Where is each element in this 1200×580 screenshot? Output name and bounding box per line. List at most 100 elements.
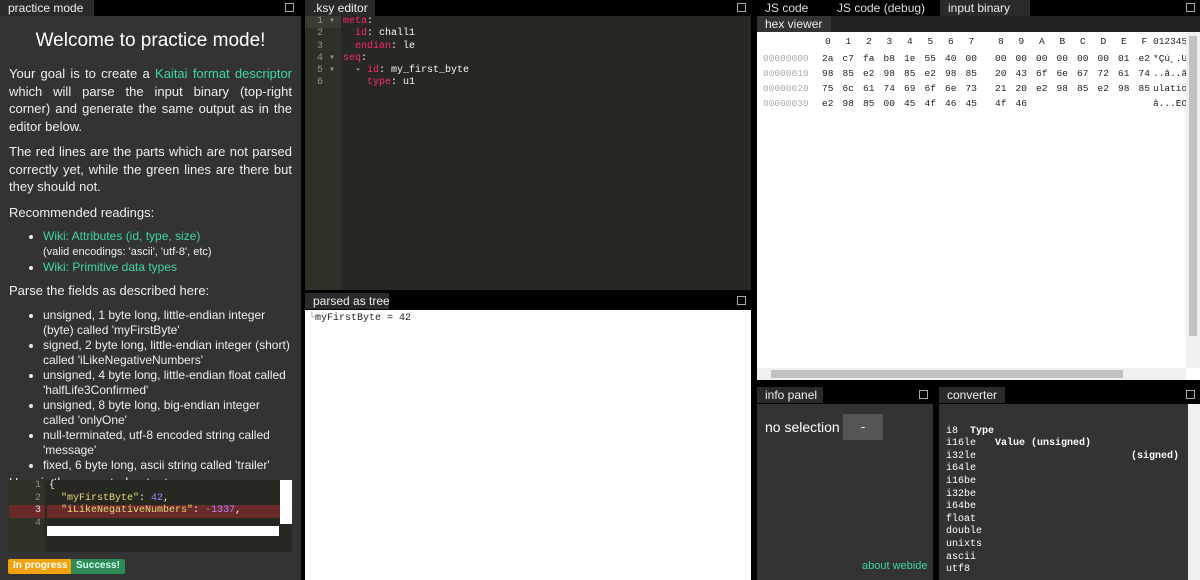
selection-button[interactable]: -: [843, 414, 883, 440]
hex-byte[interactable]: 20: [1016, 83, 1027, 94]
maximize-icon[interactable]: [1186, 3, 1195, 12]
line-number: 3: [305, 41, 341, 53]
hex-byte[interactable]: 75: [822, 83, 833, 94]
hex-byte[interactable]: 21: [995, 83, 1006, 94]
hex-byte[interactable]: 6e: [1057, 68, 1068, 79]
hex-byte[interactable]: 69: [904, 83, 915, 94]
hex-byte[interactable]: 43: [1016, 68, 1027, 79]
maximize-icon[interactable]: [285, 3, 294, 12]
about-webide-link[interactable]: about webide: [862, 560, 927, 572]
hex-byte[interactable]: 55: [925, 53, 936, 64]
hex-byte[interactable]: 98: [843, 98, 854, 109]
hex-byte[interactable]: 00: [1077, 53, 1088, 64]
tab-practice-mode[interactable]: practice mode: [0, 0, 94, 16]
tab-js-code[interactable]: JS code: [757, 0, 831, 16]
hex-byte[interactable]: 73: [966, 83, 977, 94]
tab-ksy-editor[interactable]: .ksy editor: [305, 0, 375, 16]
tab-info-panel[interactable]: info panel: [757, 387, 823, 403]
kaitai-descriptor-link[interactable]: Kaitai format descriptor: [155, 66, 292, 81]
ksy-editor[interactable]: 1 ▾ 2 3 4 ▾ 5 ▾ 6 meta: id: chall1 endia…: [305, 16, 751, 290]
hex-viewer[interactable]: 0 1 2 3 4 5 6 7 8 9 A B C D E F 0123456 00000000 2a c7 fa b8…: [757, 32, 1200, 380]
maximize-icon[interactable]: [919, 390, 928, 399]
hex-byte[interactable]: 67: [1077, 68, 1088, 79]
hex-byte[interactable]: 1e: [904, 53, 915, 64]
hex-byte[interactable]: 46: [1016, 98, 1027, 109]
in-progress-badge[interactable]: In progress: [8, 559, 73, 574]
expected-output-editor[interactable]: 1 2 3 4 { "myFirstByte": 42, "iLikeNegat…: [9, 480, 292, 552]
readings-heading: Recommended readings:: [9, 204, 155, 220]
wiki-primitive-types-link[interactable]: Wiki: Primitive data types: [43, 260, 177, 274]
hex-byte[interactable]: 40: [945, 53, 956, 64]
hex-byte[interactable]: 6e: [945, 83, 956, 94]
tab-converter[interactable]: converter: [939, 387, 1005, 403]
hex-byte[interactable]: 4f: [995, 98, 1006, 109]
success-badge[interactable]: Success!: [71, 559, 125, 574]
hex-byte[interactable]: 00: [884, 98, 895, 109]
tab-parsed-tree[interactable]: parsed as tree: [305, 293, 390, 309]
vertical-scrollbar[interactable]: [1186, 32, 1200, 368]
hex-byte[interactable]: 01: [1118, 53, 1129, 64]
reading-item: Wiki: Attributes (id, type, size) (valid …: [43, 229, 292, 260]
hex-byte[interactable]: 85: [843, 68, 854, 79]
hex-byte[interactable]: 6f: [1036, 68, 1047, 79]
converter-type-row: i16be: [946, 475, 977, 487]
col-unsigned: Value (unsigned): [995, 438, 1092, 450]
hex-byte[interactable]: 85: [863, 98, 874, 109]
hex-byte[interactable]: b8: [884, 53, 895, 64]
maximize-icon[interactable]: [1186, 390, 1195, 399]
hex-byte[interactable]: 46: [945, 98, 956, 109]
hex-byte[interactable]: e2: [863, 68, 874, 79]
hex-byte[interactable]: 74: [884, 83, 895, 94]
tab-js-code-debug[interactable]: JS code (debug): [829, 0, 937, 16]
hex-byte[interactable]: 00: [966, 53, 977, 64]
hex-byte[interactable]: 00: [1016, 53, 1027, 64]
wiki-attributes-link[interactable]: Wiki: Attributes (id, type, size): [43, 229, 200, 243]
hex-byte[interactable]: 45: [966, 98, 977, 109]
hex-byte[interactable]: 85: [1077, 83, 1088, 94]
horizontal-scrollbar[interactable]: [47, 526, 279, 536]
hex-byte[interactable]: e2: [1139, 53, 1150, 64]
hex-byte[interactable]: c7: [843, 53, 854, 64]
hex-offset: 00000030: [763, 98, 809, 109]
tree-node[interactable]: └myFirstByte = 42: [309, 313, 751, 324]
tab-input-binary[interactable]: input binary: [940, 0, 1030, 16]
hex-byte[interactable]: 20: [995, 68, 1006, 79]
hex-byte[interactable]: 74: [1139, 68, 1150, 79]
hex-byte[interactable]: 98: [822, 68, 833, 79]
scroll-thumb[interactable]: [1189, 36, 1197, 336]
hex-byte[interactable]: e2: [822, 98, 833, 109]
hex-byte[interactable]: 85: [1139, 83, 1150, 94]
hex-byte[interactable]: e2: [1098, 83, 1109, 94]
vertical-scrollbar[interactable]: [1188, 404, 1200, 580]
vertical-scrollbar[interactable]: [280, 480, 292, 524]
hex-byte[interactable]: 61: [1118, 68, 1129, 79]
scroll-thumb[interactable]: [771, 370, 1123, 378]
maximize-icon[interactable]: [737, 3, 746, 12]
hex-byte[interactable]: 98: [884, 68, 895, 79]
hex-byte[interactable]: 00: [1036, 53, 1047, 64]
hex-byte[interactable]: 98: [945, 68, 956, 79]
hex-byte[interactable]: 98: [1118, 83, 1129, 94]
hex-byte[interactable]: 6c: [843, 83, 854, 94]
hex-byte[interactable]: e2: [1036, 83, 1047, 94]
hex-byte[interactable]: 2a: [822, 53, 833, 64]
horizontal-scrollbar[interactable]: [757, 368, 1186, 380]
hex-byte[interactable]: 85: [904, 68, 915, 79]
hex-byte[interactable]: 4f: [925, 98, 936, 109]
hex-byte[interactable]: 6f: [925, 83, 936, 94]
hex-byte[interactable]: 00: [995, 53, 1006, 64]
hex-byte[interactable]: e2: [925, 68, 936, 79]
hex-byte[interactable]: 00: [1057, 53, 1068, 64]
tab-hex-viewer[interactable]: hex viewer: [757, 16, 831, 32]
maximize-icon[interactable]: [737, 296, 746, 305]
json-key: "iLikeNegativeNumbers": [61, 505, 194, 516]
hex-byte[interactable]: 61: [863, 83, 874, 94]
hex-byte[interactable]: fa: [863, 53, 874, 64]
hex-byte[interactable]: 98: [1057, 83, 1068, 94]
hex-byte[interactable]: 45: [904, 98, 915, 109]
yaml-key: meta: [343, 16, 368, 27]
tree-node-label[interactable]: myFirstByte = 42: [315, 313, 411, 324]
hex-byte[interactable]: 85: [966, 68, 977, 79]
hex-byte[interactable]: 72: [1098, 68, 1109, 79]
hex-byte[interactable]: 00: [1098, 53, 1109, 64]
